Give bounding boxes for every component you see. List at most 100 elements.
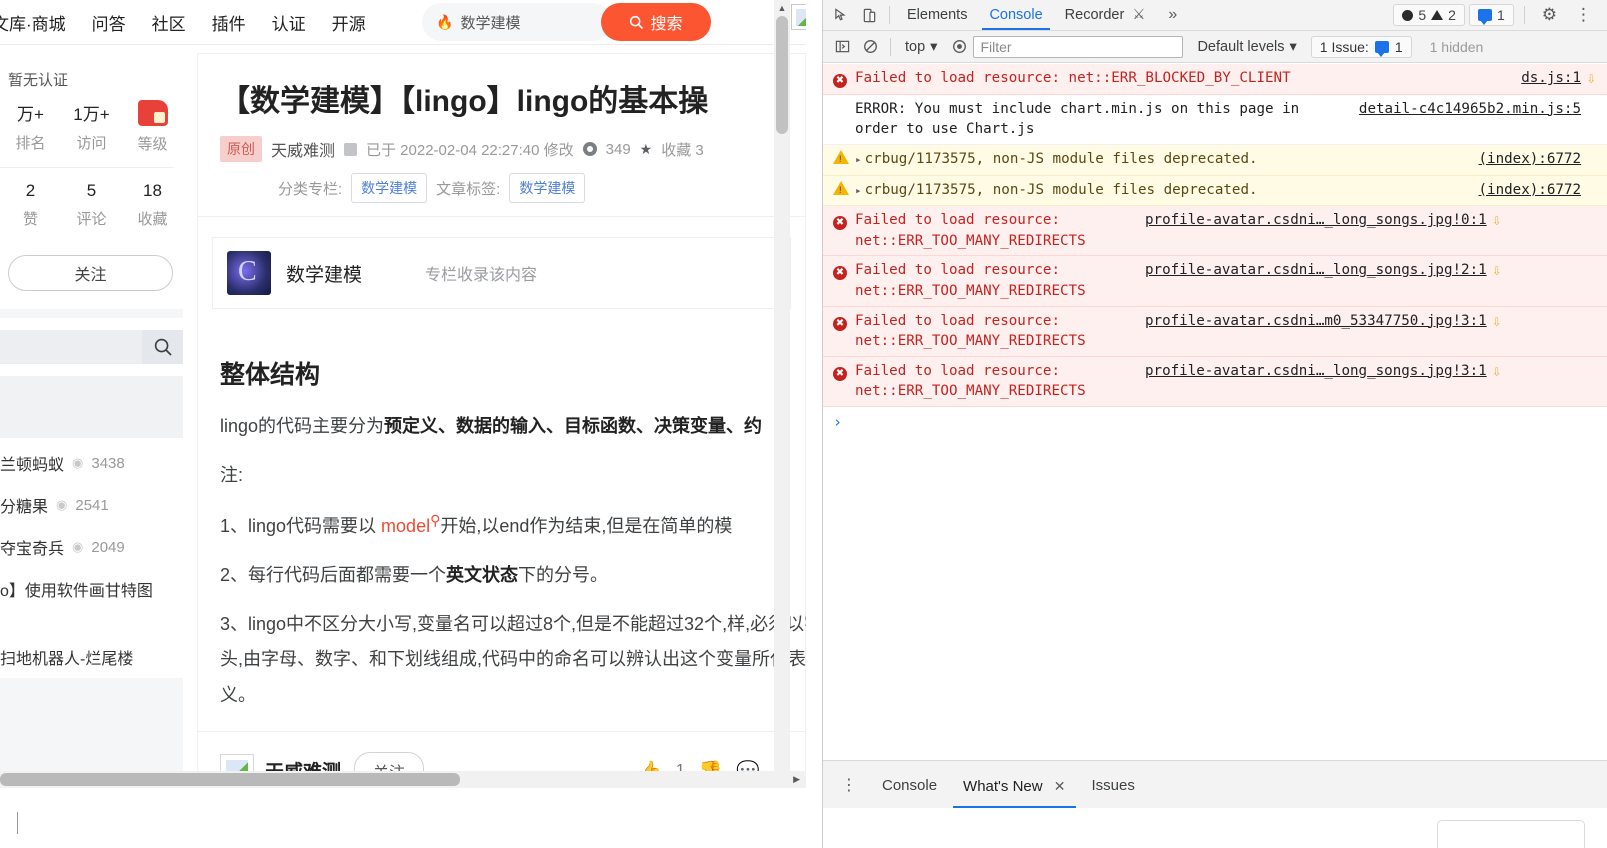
source-link[interactable]: ds.js:1 (1521, 70, 1581, 86)
horizontal-scroll-thumb[interactable] (0, 773, 460, 786)
vertical-scroll-thumb[interactable] (776, 16, 788, 134)
source-link[interactable]: (index):6772 (1479, 151, 1582, 167)
clear-console-icon[interactable] (856, 34, 884, 60)
log-levels-selector[interactable]: Default levels ▾ (1197, 39, 1296, 55)
page-scroll-area: 文库·商城 问答 社区 插件 认证 开源 🔥 数学建模 搜索 暂无认证 万+ 排… (0, 0, 806, 788)
console-message-source[interactable]: (index):6772 (1479, 149, 1582, 170)
nav-item-certification[interactable]: 认证 (272, 10, 306, 35)
kebab-menu-icon[interactable]: ⋮ (829, 775, 869, 795)
modified-time: 已于 2022-02-04 22:27:40 修改 (366, 141, 574, 159)
hidden-messages-label[interactable]: 1 hidden (1430, 39, 1484, 55)
close-icon[interactable]: ✕ (1054, 778, 1066, 794)
console-message[interactable]: ▸crbug/1173575, non-JS module files depr… (823, 144, 1607, 176)
source-link[interactable]: profile-avatar.csdni…m0_53347750.jpg!3:1 (1145, 313, 1487, 329)
article-body: 整体结构 lingo的代码主要分为预定义、数据的输入、目标函数、决策变量、约 注… (198, 309, 806, 713)
more-tabs-icon[interactable]: » (1156, 6, 1189, 24)
console-message[interactable]: ✖ Failed to load resource: net::ERR_BLOC… (823, 64, 1607, 95)
scroll-right-arrow[interactable]: ▶ (793, 774, 800, 785)
source-link[interactable]: (index):6772 (1479, 182, 1582, 198)
device-toolbar-icon[interactable] (855, 2, 883, 28)
console-message-source[interactable]: detail-c4c14965b2.min.js:5 (1359, 99, 1581, 120)
source-link[interactable]: profile-avatar.csdni…_long_songs.jpg!0:1 (1145, 212, 1487, 228)
warning-triangle-icon (1431, 10, 1444, 20)
list-item[interactable]: o】使用软件画甘特图 (0, 568, 183, 610)
search-input[interactable]: 🔥 数学建模 (422, 3, 612, 41)
paragraph-text: 注: (220, 465, 244, 486)
console-message-source[interactable]: profile-avatar.csdni…_long_songs.jpg!0:1 (1145, 210, 1487, 231)
jump-to-source-icon[interactable]: ⇩ (1487, 260, 1507, 282)
console-message-source[interactable]: profile-avatar.csdni…_long_songs.jpg!2:1 (1145, 260, 1487, 281)
issues-bar-button[interactable]: 1 Issue: 1 (1310, 35, 1412, 58)
console-message[interactable]: ✖ Failed to load resource: net::ERR_TOO_… (823, 356, 1607, 407)
page-vertical-scrollbar[interactable]: ▲ ▼ (774, 0, 790, 788)
column-card[interactable]: 数学建模 专栏收录该内容 (212, 237, 791, 309)
console-message-source[interactable]: (index):6772 (1479, 180, 1582, 201)
console-prompt[interactable]: › (823, 407, 1607, 437)
keyword-link[interactable]: model (381, 516, 430, 536)
expand-arrow-icon[interactable]: ▸ (855, 184, 862, 197)
expand-arrow-icon[interactable]: ▸ (855, 153, 862, 166)
nav-item-opensource[interactable]: 开源 (332, 10, 366, 35)
nav-item-plugin[interactable]: 插件 (212, 10, 246, 35)
article-tag[interactable]: 数学建模 (509, 173, 586, 203)
error-warning-counts[interactable]: 5 2 (1393, 4, 1465, 26)
category-tag[interactable]: 数学建模 (351, 173, 428, 203)
kebab-menu-icon[interactable]: ⋮ (1568, 5, 1599, 25)
console-message[interactable]: ▸crbug/1173575, non-JS module files depr… (823, 175, 1607, 207)
sidebar-search-input[interactable] (0, 330, 142, 364)
jump-to-source-icon[interactable]: ⇩ (1581, 68, 1601, 90)
inspect-element-icon[interactable] (827, 2, 855, 28)
tab-recorder[interactable]: Recorder ⚔ (1054, 0, 1157, 30)
tab-console[interactable]: Console (978, 0, 1053, 30)
nav-item-community[interactable]: 社区 (152, 10, 186, 35)
scroll-up-arrow[interactable]: ▲ (774, 0, 790, 16)
hot-item-title: 夺宝奇兵 (0, 541, 65, 558)
issues-count-button[interactable]: 1 (1468, 4, 1514, 26)
console-message[interactable]: ✖ Failed to load resource: net::ERR_TOO_… (823, 206, 1607, 257)
jump-to-source-icon[interactable]: ⇩ (1487, 210, 1507, 232)
drawer-tab-whats-new[interactable]: What's New ✕ (950, 762, 1078, 808)
console-message[interactable]: ERROR: You must include chart.min.js on … (823, 94, 1607, 145)
list-item[interactable]: 扫地机器人-烂尾楼 (0, 636, 183, 678)
drawer-tab-console[interactable]: Console (869, 762, 950, 808)
profile-stats-bottom: 2 赞 5 评论 18 收藏 (0, 181, 183, 229)
drawer-tab-issues[interactable]: Issues (1079, 762, 1148, 808)
nav-item-wenku[interactable]: 文库·商城 (0, 10, 66, 35)
gear-icon[interactable]: ⚙ (1535, 5, 1564, 25)
live-expression-icon[interactable] (945, 34, 973, 60)
error-icon: ✖ (833, 210, 855, 232)
list-item[interactable]: 兰顿蚂蚁 ◉ 3438 (0, 442, 183, 484)
source-link[interactable]: detail-c4c14965b2.min.js:5 (1359, 101, 1581, 117)
list-item[interactable]: 分糖果 ◉ 2541 (0, 484, 183, 526)
execution-context-selector[interactable]: top ▾ (897, 39, 945, 55)
stat-level: 等级 (122, 100, 183, 154)
nav-item-qa[interactable]: 问答 (92, 10, 126, 35)
filter-input[interactable]: Filter (973, 35, 1184, 58)
paragraph-text: 下的分号。 (518, 565, 609, 586)
tab-elements[interactable]: Elements (896, 0, 978, 30)
sidebar-follow-button[interactable]: 关注 (8, 255, 173, 291)
column-thumbnail (227, 251, 271, 295)
search-icon[interactable]: ⚲ (430, 512, 440, 528)
search-icon (154, 338, 172, 356)
console-message[interactable]: ✖ Failed to load resource: net::ERR_TOO_… (823, 256, 1607, 307)
drawer-tab-label: What's New (963, 777, 1043, 795)
source-link[interactable]: profile-avatar.csdni…_long_songs.jpg!2:1 (1145, 262, 1487, 278)
sidebar-search-button[interactable] (142, 330, 183, 364)
console-message[interactable]: ✖ Failed to load resource: net::ERR_TOO_… (823, 306, 1607, 357)
list-item[interactable]: 夺宝奇兵 ◉ 2049 (0, 526, 183, 568)
page-horizontal-scrollbar[interactable]: ▶ (0, 771, 806, 788)
stat-visits-label: 访问 (76, 135, 107, 152)
console-message-source[interactable]: profile-avatar.csdni…_long_songs.jpg!3:1 (1145, 361, 1487, 382)
search-button[interactable]: 搜索 (601, 3, 711, 41)
source-link[interactable]: profile-avatar.csdni…_long_songs.jpg!3:1 (1145, 363, 1487, 379)
footer-panel-box (1437, 820, 1585, 848)
jump-to-source-icon[interactable]: ⇩ (1487, 361, 1507, 383)
paragraph-bold: 英文状态 (446, 565, 519, 586)
console-message-source[interactable]: profile-avatar.csdni…m0_53347750.jpg!3:1 (1145, 311, 1487, 332)
article-author[interactable]: 天威难测 (271, 137, 335, 161)
console-message-source[interactable]: ds.js:1 (1521, 68, 1581, 89)
console-sidebar-icon[interactable] (828, 34, 856, 60)
edit-icon (344, 142, 358, 156)
jump-to-source-icon[interactable]: ⇩ (1487, 311, 1507, 333)
